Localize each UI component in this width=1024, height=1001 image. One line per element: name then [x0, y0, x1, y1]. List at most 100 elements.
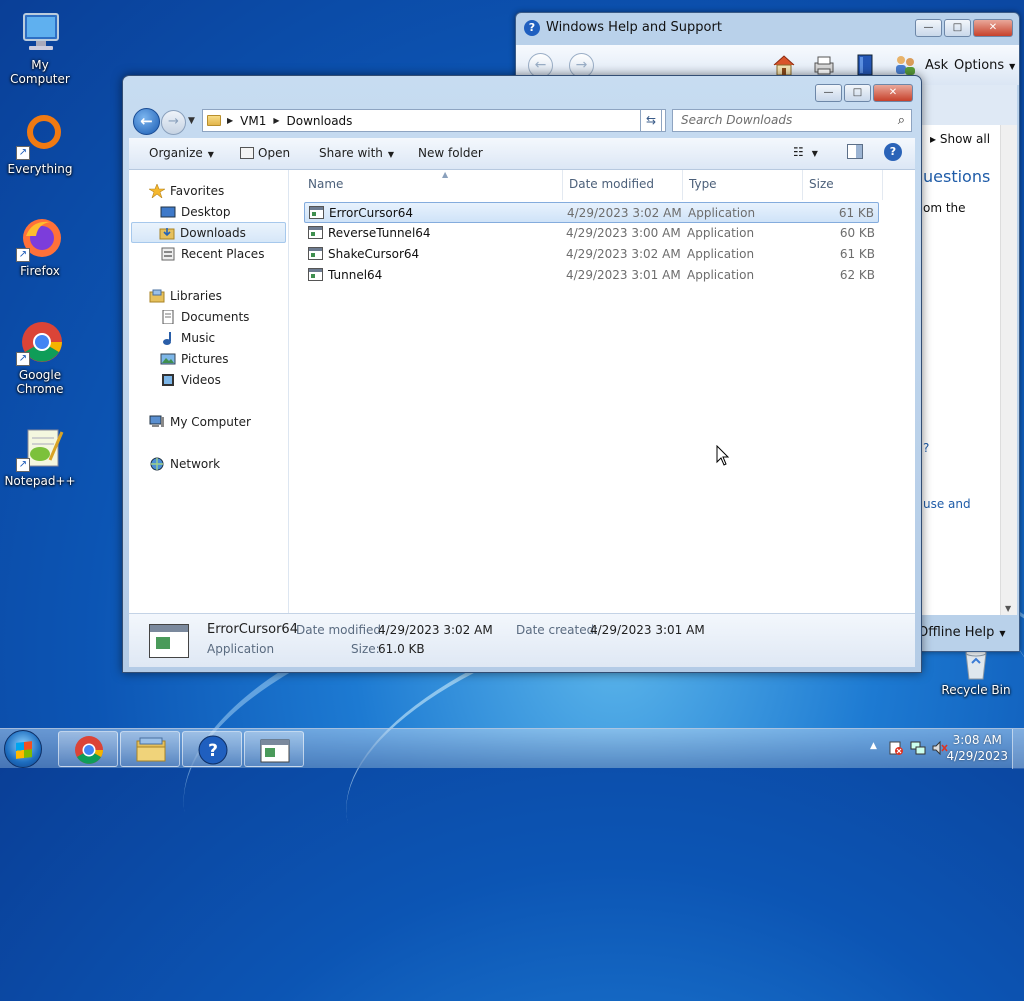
desktop-icon-firefox[interactable]: ↗ Firefox: [0, 214, 80, 278]
explorer-window[interactable]: — □ ✕ ← → ▼ ▶ VM1 ▶ Downloads ▼ ⇆ ⌕ Orga…: [122, 75, 922, 673]
breadcrumb-downloads[interactable]: Downloads: [287, 114, 353, 128]
view-list-icon: ☷: [793, 145, 804, 159]
offline-help-menu[interactable]: Offline Help ▼: [918, 625, 1006, 640]
recent-pages-dropdown[interactable]: ▼: [188, 116, 195, 126]
new-folder-button[interactable]: New folder: [418, 146, 483, 160]
search-icon[interactable]: ⌕: [898, 113, 905, 128]
close-button[interactable]: ✕: [873, 84, 913, 102]
preview-pane-button[interactable]: [847, 144, 863, 159]
desktop-icon-everything[interactable]: ↗ Everything: [0, 112, 80, 176]
organize-button[interactable]: Organize ▼: [149, 146, 214, 160]
nav-downloads[interactable]: Downloads: [131, 222, 286, 243]
file-row-tunnel64[interactable]: Tunnel64 4/29/2023 3:01 AM Application 6…: [304, 265, 879, 286]
application-icon: [260, 739, 290, 763]
column-header-type[interactable]: Type: [683, 170, 803, 200]
show-hidden-icons-button[interactable]: ▲: [870, 741, 877, 751]
help-button[interactable]: ?: [884, 143, 902, 161]
action-center-icon[interactable]: [888, 740, 904, 759]
organize-label: Organize: [149, 146, 203, 160]
file-row-errorcursor64[interactable]: ErrorCursor64 4/29/2023 3:02 AM Applicat…: [304, 202, 879, 223]
help-scrollbar[interactable]: ▼: [1000, 125, 1017, 615]
help-link-fragment[interactable]: use and: [923, 497, 971, 511]
taskbar: ? ▲ 3:08 AM 4/29/2023: [0, 728, 1024, 769]
close-button[interactable]: ✕: [973, 19, 1013, 37]
details-file-name: ErrorCursor64: [207, 622, 298, 637]
taskbar-application[interactable]: [244, 731, 304, 767]
content-area: Favorites Desktop Downloads Recent Place…: [129, 170, 915, 613]
ask-label[interactable]: Ask: [925, 58, 948, 73]
details-file-type: Application: [207, 642, 275, 656]
show-desktop-button[interactable]: [1012, 729, 1024, 769]
nav-label: Recent Places: [181, 246, 265, 261]
file-row-reversetunnel64[interactable]: ReverseTunnel64 4/29/2023 3:00 AM Applic…: [304, 223, 879, 244]
file-name: ShakeCursor64: [328, 247, 420, 261]
refresh-button[interactable]: ⇆: [640, 109, 662, 132]
explorer-titlebar[interactable]: [123, 76, 921, 106]
forward-button[interactable]: →: [161, 110, 186, 135]
desktop-icon: [160, 205, 176, 219]
taskbar-chrome[interactable]: [58, 731, 118, 767]
shortcut-arrow-icon: ↗: [16, 352, 30, 366]
application-icon: [308, 226, 323, 239]
column-header-size[interactable]: Size: [803, 170, 883, 200]
nav-recent-places[interactable]: Recent Places: [160, 243, 264, 264]
nav-favorites[interactable]: Favorites: [147, 180, 224, 201]
search-input[interactable]: [679, 110, 889, 130]
desktop-icon-notepad-plus-plus[interactable]: ↗ Notepad++: [0, 424, 80, 488]
taskbar-explorer[interactable]: [120, 731, 180, 767]
taskbar-help[interactable]: ?: [182, 731, 242, 767]
preview-pane-icon: [856, 145, 862, 158]
file-name: ErrorCursor64: [329, 206, 413, 220]
minimize-button[interactable]: —: [815, 84, 842, 102]
address-bar[interactable]: ▶ VM1 ▶ Downloads ▼: [202, 109, 666, 132]
chevron-right-icon[interactable]: ▶: [273, 116, 279, 125]
print-icon[interactable]: [812, 53, 836, 77]
nav-desktop[interactable]: Desktop: [160, 201, 231, 222]
search-box[interactable]: ⌕: [672, 109, 912, 132]
nav-pictures[interactable]: Pictures: [160, 348, 229, 369]
file-row-shakecursor64[interactable]: ShakeCursor64 4/29/2023 3:02 AM Applicat…: [304, 244, 879, 265]
maximize-button[interactable]: □: [844, 84, 871, 102]
breadcrumb-vm1[interactable]: VM1: [240, 114, 266, 128]
notepad-plus-plus-icon: ↗: [16, 424, 64, 472]
minimize-button[interactable]: —: [915, 19, 942, 37]
svg-text:?: ?: [208, 741, 218, 761]
ask-icon[interactable]: [893, 53, 917, 77]
clock[interactable]: 3:08 AM 4/29/2023: [946, 732, 1008, 764]
view-options-button[interactable]: ☷ ▼: [793, 145, 818, 159]
nav-libraries[interactable]: Libraries: [149, 285, 222, 306]
offline-help-label: Offline Help: [918, 625, 995, 640]
desktop-icon-label: Firefox: [20, 264, 60, 278]
column-header-name[interactable]: Name ▲: [302, 170, 563, 200]
file-name: ReverseTunnel64: [328, 226, 431, 240]
network-status-icon[interactable]: [910, 740, 926, 759]
back-button[interactable]: ←: [133, 108, 160, 135]
options-menu[interactable]: Options ▼: [954, 58, 1015, 73]
scroll-down-icon[interactable]: ▼: [1005, 604, 1011, 613]
browse-help-icon[interactable]: [853, 53, 877, 77]
application-icon: [149, 624, 189, 658]
file-type: Application: [687, 226, 755, 240]
nav-music[interactable]: Music: [160, 327, 215, 348]
chevron-down-icon: ▼: [207, 150, 214, 159]
open-button[interactable]: Open: [240, 146, 290, 160]
desktop-icon-google-chrome[interactable]: ↗ Google Chrome: [0, 318, 80, 396]
help-text-fragment: om the: [923, 201, 966, 215]
nav-network[interactable]: Network: [149, 453, 220, 474]
recent-places-icon: [160, 247, 176, 261]
nav-documents[interactable]: Documents: [160, 306, 249, 327]
nav-videos[interactable]: Videos: [160, 369, 221, 390]
start-button[interactable]: [4, 730, 42, 768]
share-with-button[interactable]: Share with ▼: [319, 146, 394, 160]
column-header-date-modified[interactable]: Date modified: [563, 170, 683, 200]
maximize-button[interactable]: □: [944, 19, 971, 37]
nav-my-computer[interactable]: My Computer: [149, 411, 251, 432]
chevron-right-icon[interactable]: ▶: [227, 116, 233, 125]
desktop-icon-my-computer[interactable]: My Computer: [0, 8, 80, 86]
help-link-fragment[interactable]: ?: [923, 441, 929, 455]
application-icon: [240, 147, 254, 159]
home-icon[interactable]: [772, 53, 796, 77]
show-all-link[interactable]: ▸ Show all: [930, 132, 990, 146]
file-list: Name ▲ Date modified Type Size ErrorCurso…: [290, 170, 915, 613]
desktop-icon-recycle-bin[interactable]: Recycle Bin: [936, 645, 1016, 697]
